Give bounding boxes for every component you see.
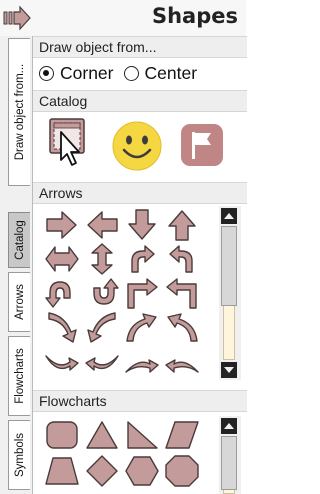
catalog-section-header: Catalog: [33, 90, 247, 112]
center-radio[interactable]: [123, 65, 139, 81]
shape-arrow-swoosh-2[interactable]: [83, 344, 121, 378]
shape-right-triangle[interactable]: [123, 418, 161, 452]
flag-icon[interactable]: [179, 122, 225, 168]
arrow-curved-down-left-icon: [48, 312, 77, 343]
arrow-left-right-icon: [45, 246, 79, 272]
shape-triangle[interactable]: [83, 418, 121, 452]
shape-arrow-curved-down-right[interactable]: [83, 310, 121, 344]
arrow-bent-right-icon: [127, 278, 158, 309]
shape-arrow-curved-right[interactable]: [123, 242, 161, 276]
arrow-u-turn-down-icon: [45, 281, 71, 308]
shape-arrow-u-turn-up[interactable]: [83, 276, 121, 310]
shape-arrow-swoosh-4[interactable]: [163, 344, 201, 378]
right-triangle-icon: [127, 421, 158, 449]
shape-arrow-curved-up-right[interactable]: [123, 310, 161, 344]
smiley-icon[interactable]: [111, 120, 163, 172]
corner-radio-label[interactable]: Corner: [60, 63, 114, 84]
arrow-curved-right-icon: [131, 245, 155, 273]
arrows-grid: [33, 206, 219, 380]
shape-arrow-up[interactable]: [163, 208, 201, 242]
shapes-header: Shapes: [0, 0, 246, 36]
draw-from-section-header: Draw object from...: [33, 36, 247, 58]
tab-symbols[interactable]: Symbols: [8, 420, 30, 490]
octagon-icon: [165, 455, 199, 487]
tab-label: Catalog: [13, 220, 26, 260]
scroll-down-button[interactable]: [221, 362, 237, 378]
shape-parallelogram[interactable]: [163, 418, 201, 452]
arrow-bent-left-icon: [166, 278, 197, 309]
arrow-swoosh-1-icon: [45, 355, 79, 371]
shape-octagon[interactable]: [163, 454, 201, 488]
shape-arrow-left-right[interactable]: [43, 242, 81, 276]
tab-label: Arrows: [13, 284, 26, 320]
trapezoid-icon: [45, 457, 79, 485]
arrow-down-icon: [128, 209, 156, 240]
scroll-up-arrow-icon: [224, 423, 234, 429]
arrow-curved-up-left-icon: [167, 313, 198, 342]
tab-flowcharts[interactable]: Flowcharts: [8, 336, 30, 416]
shape-arrow-down[interactable]: [123, 208, 161, 242]
arrow-u-turn-up-icon: [93, 278, 119, 305]
arrows-section-header: Arrows: [33, 182, 247, 204]
shape-arrow-curved-up-left[interactable]: [163, 310, 201, 344]
tab-label: Flowcharts: [13, 348, 26, 404]
arrow-curved-down-right-icon: [87, 312, 116, 343]
vertical-tab-bar: Draw object from... Catalog Arrows Flowc…: [0, 36, 32, 494]
arrow-curved-up-right-icon: [126, 313, 157, 342]
shape-arrow-curved-down-left[interactable]: [43, 310, 81, 344]
triangle-icon: [86, 421, 118, 449]
scroll-up-button[interactable]: [221, 208, 237, 224]
diamond-icon: [86, 455, 118, 487]
draw-from-options: Corner Center: [39, 61, 207, 85]
shape-rounded-rectangle[interactable]: [43, 418, 81, 452]
shape-arrow-bent-left[interactable]: [163, 276, 201, 310]
scroll-thumb[interactable]: [221, 226, 237, 306]
tab-arrows[interactable]: Arrows: [8, 272, 30, 332]
flowcharts-scrollbar[interactable]: [219, 416, 241, 494]
panel-title: Shapes: [151, 4, 238, 28]
arrow-up-down-icon: [91, 243, 113, 275]
tab-label: Symbols: [13, 432, 26, 478]
arrow-curved-left-icon: [169, 245, 193, 273]
scroll-down-arrow-icon: [224, 367, 234, 373]
scroll-thumb[interactable]: [221, 436, 237, 490]
scroll-up-arrow-icon: [224, 213, 234, 219]
rounded-rectangle-icon: [46, 421, 78, 449]
center-radio-label[interactable]: Center: [145, 63, 198, 84]
shape-arrow-up-down[interactable]: [83, 242, 121, 276]
shape-trapezoid[interactable]: [43, 454, 81, 488]
shape-arrow-left[interactable]: [83, 208, 121, 242]
shape-arrow-bent-right[interactable]: [123, 276, 161, 310]
flowcharts-grid: [33, 416, 219, 494]
shape-hexagon[interactable]: [123, 454, 161, 488]
tab-catalog[interactable]: Catalog: [8, 212, 30, 268]
arrow-swoosh-3-icon: [125, 359, 159, 373]
arrow-right-icon[interactable]: [2, 5, 32, 31]
tab-draw-object-from[interactable]: Draw object from...: [8, 38, 30, 186]
tab-label: Draw object from...: [13, 63, 26, 161]
scroll-up-button[interactable]: [221, 418, 237, 434]
arrow-up-icon: [168, 210, 196, 241]
shape-arrow-u-turn-down[interactable]: [43, 276, 81, 310]
parallelogram-icon: [165, 421, 199, 449]
shape-arrow-right[interactable]: [43, 208, 81, 242]
arrow-swoosh-4-icon: [165, 359, 199, 373]
arrow-swoosh-2-icon: [85, 355, 119, 371]
shape-arrow-curved-left[interactable]: [163, 242, 201, 276]
shape-arrow-swoosh-3[interactable]: [123, 344, 161, 378]
arrow-left-icon: [87, 211, 118, 239]
shape-diamond[interactable]: [83, 454, 121, 488]
select-shape-icon[interactable]: [47, 116, 89, 174]
shapes-content: Draw object from... Corner Center Catalo…: [32, 36, 247, 494]
shape-arrow-swoosh-1[interactable]: [43, 344, 81, 378]
arrow-right-icon: [46, 211, 77, 239]
corner-radio[interactable]: [39, 65, 54, 81]
flowcharts-section-header: Flowcharts: [33, 390, 247, 412]
hexagon-icon: [125, 456, 159, 486]
arrows-scrollbar[interactable]: [219, 206, 241, 380]
